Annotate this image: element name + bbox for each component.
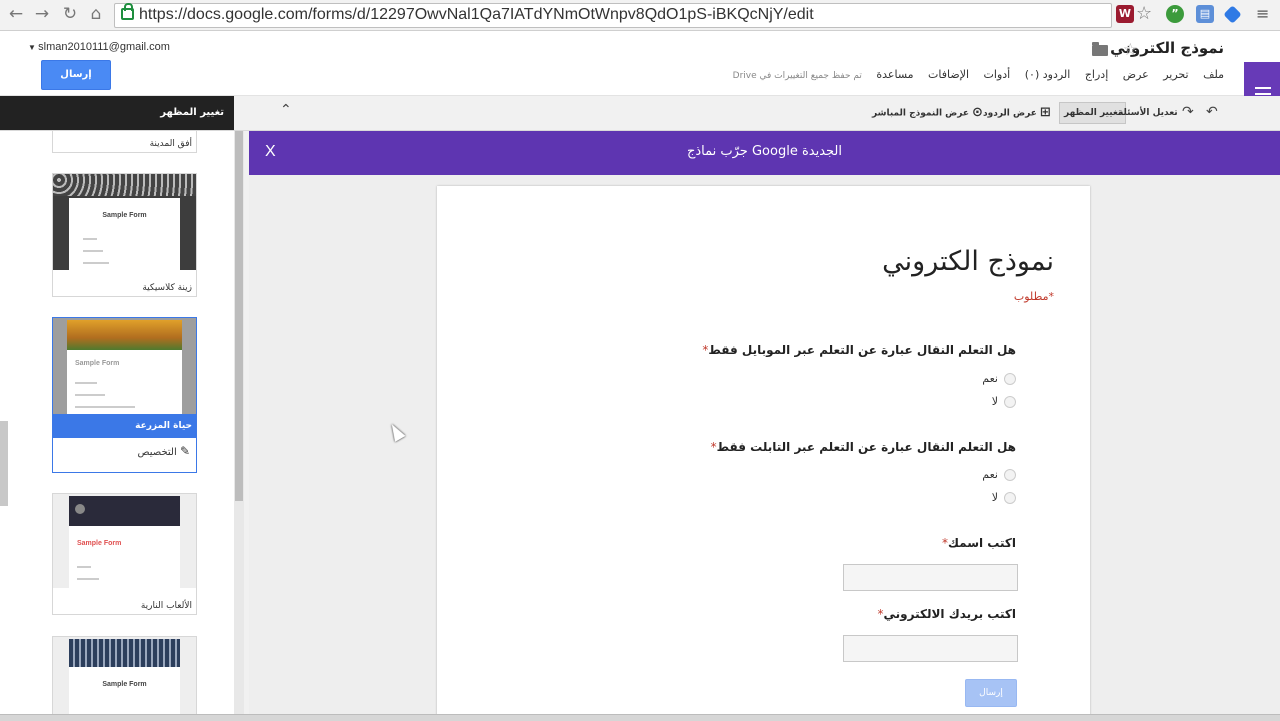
theme-farm-life[interactable]: Sample Form حياة المزرعة التخصيص ✎ — [52, 317, 197, 473]
drive-extension-icon[interactable] — [1223, 5, 1242, 24]
theme-thumbnail: Sample Form — [53, 174, 196, 270]
new-forms-banner: X جرّب نماذج Google الجديدة — [249, 131, 1280, 175]
radio-option[interactable]: لا — [992, 395, 1016, 408]
radio-button[interactable] — [1004, 492, 1016, 504]
menu-tools[interactable]: أدوات — [984, 68, 1011, 81]
bookmark-star-icon[interactable]: ☆ — [1136, 3, 1152, 24]
chrome-menu-icon[interactable]: ≡ — [1256, 4, 1269, 23]
pencil-icon: ✎ — [179, 444, 190, 458]
question-title[interactable]: اكتب اسمك* — [942, 536, 1016, 550]
send-form-button[interactable]: إرسال النموذج — [41, 60, 111, 108]
theme-thumbnail: Sample Form — [53, 494, 196, 588]
banner-text[interactable]: جرّب نماذج Google الجديدة — [249, 144, 1280, 159]
collapse-icon[interactable]: ⌃ — [280, 102, 292, 118]
selected-theme-label: حياة المزرعة — [53, 414, 196, 438]
sidebar-title: تغيير المظهر — [160, 107, 224, 118]
menu-insert[interactable]: إدراج — [1085, 68, 1108, 81]
option-label: لا — [991, 491, 998, 504]
undo-icon[interactable]: ↶ — [1206, 104, 1218, 120]
forward-icon[interactable]: → — [32, 4, 52, 24]
account-switcher[interactable]: ▼ slman2010111@gmail.com — [28, 41, 170, 53]
theme-classic-decor[interactable]: Sample Form زينة كلاسيكية — [52, 173, 197, 297]
radio-button[interactable] — [1004, 396, 1016, 408]
theme-label: زينة كلاسيكية — [142, 283, 192, 293]
account-email: slman2010111@gmail.com — [38, 41, 170, 53]
address-bar[interactable]: https://docs.google.com/forms/d/12297Owv… — [114, 3, 1112, 28]
sidebar-header: تغيير المظهر — [0, 96, 234, 130]
radio-button[interactable] — [1004, 469, 1016, 481]
menu-responses[interactable]: الردود (٠) — [1025, 68, 1071, 81]
page-scroll-indicator — [0, 421, 8, 506]
radio-option[interactable]: لا — [992, 491, 1016, 504]
question-title[interactable]: اكتب بريدك الالكتروني* — [878, 607, 1016, 621]
home-icon[interactable]: ⌂ — [86, 4, 106, 24]
radio-button[interactable] — [1004, 373, 1016, 385]
save-status: تم حفظ جميع التغييرات في Drive — [732, 71, 862, 81]
sidebar-scroll-thumb[interactable] — [235, 131, 243, 501]
theme-thumbnail: Sample Form — [53, 637, 196, 720]
theme-fireworks[interactable]: Sample Form الألعاب النارية — [52, 493, 197, 615]
email-input[interactable] — [843, 635, 1018, 662]
redo-icon[interactable]: ↷ — [1182, 104, 1194, 120]
question-text: اكتب اسمك — [947, 536, 1016, 550]
option-label: نعم — [982, 468, 998, 481]
theme-label: أفق المدينة — [149, 139, 192, 149]
submit-button[interactable]: إرسال — [965, 679, 1017, 707]
menu-help[interactable]: مساعدة — [876, 68, 913, 81]
menu-view[interactable]: عرض — [1123, 68, 1149, 81]
extension-icon[interactable]: W — [1116, 5, 1134, 23]
theme-label: الألعاب النارية — [140, 601, 192, 611]
edit-questions-button[interactable]: تعديل الأسئلة — [1118, 102, 1178, 124]
radio-option[interactable]: نعم — [982, 468, 1016, 481]
menu-addons[interactable]: الإضافات — [928, 68, 969, 81]
question-title[interactable]: هل التعلم النقال عبارة عن التعلم عبر الم… — [702, 343, 1016, 357]
option-label: لا — [991, 395, 998, 408]
table-icon: ⊞ — [1039, 105, 1051, 120]
menu-bar: ملف تحرير عرض إدراج الردود (٠) أدوات الإ… — [722, 68, 1224, 81]
preview-title: Sample Form — [102, 212, 147, 219]
preview-title: Sample Form — [77, 540, 122, 547]
required-note: *مطلوب — [1013, 290, 1054, 303]
question-text: هل التعلم النقال عبارة عن التعلم عبر الت… — [716, 440, 1016, 454]
form-card: نموذج الكتروني *مطلوب هل التعلم النقال ع… — [437, 186, 1090, 720]
folder-icon[interactable] — [1092, 42, 1108, 56]
question-text: هل التعلم النقال عبارة عن التعلم عبر الم… — [708, 343, 1016, 357]
editor-toolbar: تغيير المظهر ⌃ عرض النموذج المباشر ⊙ عرض … — [0, 96, 1280, 131]
theme-city-skyline[interactable]: أفق المدينة — [52, 131, 197, 153]
name-input[interactable] — [843, 564, 1018, 591]
back-icon[interactable]: ← — [6, 4, 26, 24]
view-live-form-label: عرض النموذج المباشر — [872, 108, 970, 119]
caret-down-icon: ▼ — [28, 43, 39, 52]
option-label: نعم — [982, 372, 998, 385]
menu-edit[interactable]: تحرير — [1163, 68, 1188, 81]
forms-header: ▼ slman2010111@gmail.com إرسال النموذج ن… — [0, 31, 1280, 126]
form-title[interactable]: نموذج الكتروني — [882, 246, 1054, 277]
lock-icon — [121, 3, 134, 20]
question-text: اكتب بريدك الالكتروني — [883, 607, 1016, 621]
live-form-icon: ⊙ — [972, 105, 983, 120]
theme-thumbnail: Sample Form — [53, 318, 196, 414]
view-responses-label: عرض الردود — [983, 108, 1037, 119]
view-live-form-button[interactable]: عرض النموذج المباشر ⊙ — [872, 102, 983, 124]
hangouts-icon[interactable]: ” — [1166, 5, 1184, 23]
customize-label: التخصيص — [137, 447, 177, 458]
preview-title: Sample Form — [75, 360, 120, 367]
theme-fifth[interactable]: Sample Form — [52, 636, 197, 720]
view-responses-button[interactable]: عرض الردود ⊞ — [983, 102, 1051, 124]
calendar-icon[interactable]: ▤ — [1196, 5, 1214, 23]
preview-title: Sample Form — [102, 681, 147, 688]
radio-option[interactable]: نعم — [982, 372, 1016, 385]
menu-file[interactable]: ملف — [1203, 68, 1224, 81]
reload-icon[interactable]: ↻ — [60, 4, 80, 24]
star-icon[interactable]: ☆ — [1123, 40, 1138, 60]
form-preview-area: X جرّب نماذج Google الجديدة نموذج الكترو… — [249, 131, 1280, 720]
url-text: https://docs.google.com/forms/d/12297Owv… — [139, 6, 814, 23]
customize-button[interactable]: التخصيص ✎ — [138, 444, 191, 458]
change-theme-button[interactable]: تغيير المظهر — [1059, 102, 1127, 124]
theme-sidebar: أفق المدينة Sample Form زينة كلاسيكية Sa… — [0, 131, 244, 720]
question-title[interactable]: هل التعلم النقال عبارة عن التعلم عبر الت… — [711, 440, 1016, 454]
browser-toolbar: ← → ↻ ⌂ https://docs.google.com/forms/d/… — [0, 0, 1280, 31]
